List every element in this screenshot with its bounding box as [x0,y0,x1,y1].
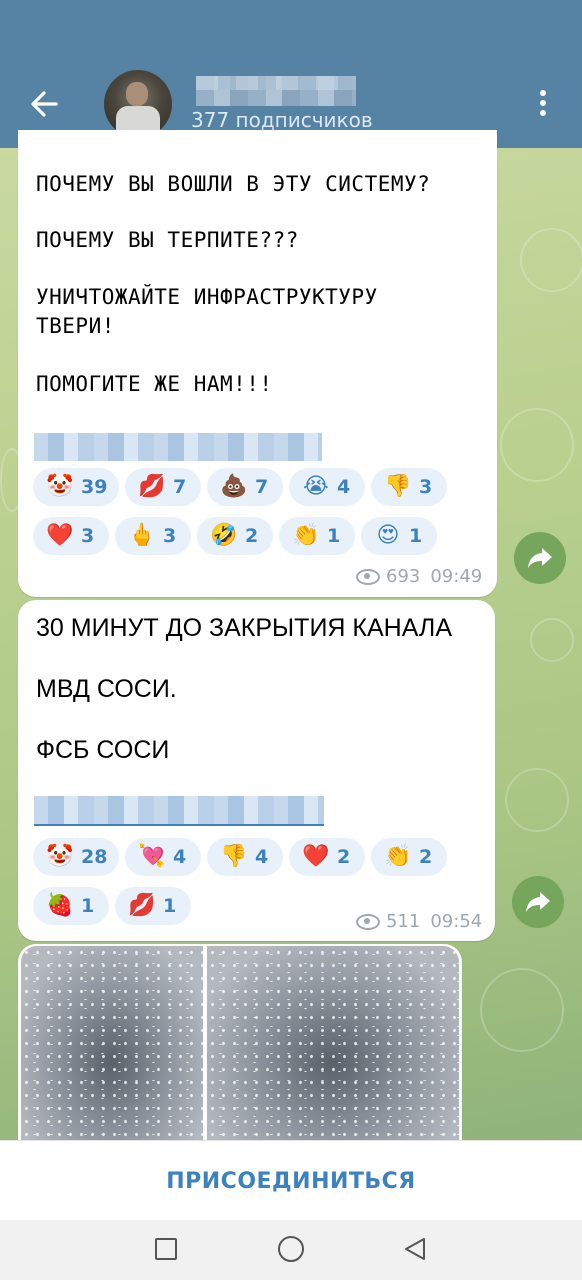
clap-icon: 👏 [384,844,412,869]
recents-square-icon[interactable] [155,1238,177,1260]
reaction-rofl[interactable]: 🤣 2 [197,517,273,555]
system-navigation-bar [0,1220,582,1280]
thumbs-down-icon: 👎 [220,844,248,869]
subscriber-count: 377 подписчиков [191,108,373,132]
reaction-heart[interactable]: ❤️ 3 [33,517,109,555]
clown-icon: 🤡 [46,844,74,869]
reaction-clap[interactable]: 👏 1 [279,517,355,555]
reaction-count: 4 [337,476,351,498]
reaction-count: 4 [255,846,269,868]
reaction-thumbs-down[interactable]: 👎 4 [207,838,283,876]
reaction-heart[interactable]: ❤️ 2 [289,838,365,876]
reaction-count: 1 [163,895,177,917]
back-arrow-icon[interactable] [26,84,66,124]
message-text-line: УНИЧТОЖАЙТЕ ИНФРАСТРУКТУРУ [36,285,378,309]
reaction-heart-eyes[interactable]: 😍 1 [361,517,437,555]
redacted-link[interactable] [34,796,324,826]
clap-icon: 👏 [292,523,320,548]
reaction-count: 7 [173,476,187,498]
heart-eyes-icon: 😍 [376,523,400,548]
reaction-poop[interactable]: 💩 7 [207,468,283,506]
message-text-line: ПОЧЕМУ ВЫ ВОШЛИ В ЭТУ СИСТЕМУ? [36,172,431,196]
share-button[interactable] [512,876,564,928]
message-meta: 511 09:54 [356,911,482,932]
view-count: 693 [386,566,421,587]
share-button[interactable] [514,532,566,584]
eye-icon [356,568,380,585]
poop-icon: 💩 [220,474,248,499]
channel-header: 377 подписчиков [0,0,582,148]
reaction-count: 3 [81,525,95,547]
reaction-crying[interactable]: 😭 4 [289,468,365,506]
reaction-count: 2 [419,846,433,868]
heart-icon: ❤️ [302,844,330,869]
clown-icon: 🤡 [46,474,74,499]
more-vertical-icon[interactable] [538,90,548,120]
rofl-icon: 🤣 [210,523,238,548]
reaction-heart-arrow[interactable]: 💘 4 [125,838,201,876]
reaction-clown[interactable]: 🤡 39 [33,468,119,506]
strawberry-icon: 🍓 [46,893,74,918]
kiss-icon: 💋 [138,474,166,499]
view-count: 511 [386,911,421,932]
redacted-link[interactable] [34,433,322,461]
join-bar: ПРИСОЕДИНИТЬСЯ [0,1140,582,1221]
middle-finger-icon: 🖕 [128,523,156,548]
message-time: 09:54 [430,911,483,932]
reaction-kiss[interactable]: 💋 1 [115,887,191,925]
reaction-count: 2 [337,846,351,868]
message-text-line: ТВЕРИ! [36,314,115,338]
reaction-count: 3 [163,525,177,547]
reaction-strawberry[interactable]: 🍓 1 [33,887,109,925]
reaction-count: 28 [81,846,108,868]
reaction-count: 1 [81,895,95,917]
thumbs-down-icon: 👎 [384,474,412,499]
reaction-clap[interactable]: 👏 2 [371,838,447,876]
reaction-count: 7 [255,476,269,498]
message-text-line: ФСБ СОСИ [36,736,170,764]
reaction-middle-finger[interactable]: 🖕 3 [115,517,191,555]
message-text-line: ПОМОГИТЕ ЖЕ НАМ!!! [36,372,273,396]
reaction-count: 2 [245,525,259,547]
message-text-line: 30 МИНУТ ДО ЗАКРЫТИЯ КАНАЛА [36,614,453,642]
reaction-kiss[interactable]: 💋 7 [125,468,201,506]
share-icon [526,892,550,912]
reaction-count: 3 [419,476,433,498]
message-text-line: ПОЧЕМУ ВЫ ТЕРПИТЕ??? [36,228,299,252]
share-icon [528,548,552,568]
reaction-count: 39 [81,476,108,498]
message-bubble[interactable]: ПОЧЕМУ ВЫ ВОШЛИ В ЭТУ СИСТЕМУ? ПОЧЕМУ ВЫ… [18,130,497,597]
kiss-icon: 💋 [128,893,156,918]
reaction-thumbs-down[interactable]: 👎 3 [371,468,447,506]
channel-title-redacted-overlay [196,76,356,90]
blurred-photo[interactable] [21,946,203,1140]
reaction-clown[interactable]: 🤡 28 [33,838,119,876]
message-time: 09:49 [430,566,483,587]
reaction-count: 4 [173,846,187,868]
home-circle-icon[interactable] [278,1236,304,1262]
message-bubble[interactable]: 30 МИНУТ ДО ЗАКРЫТИЯ КАНАЛА МВД СОСИ. ФС… [18,600,495,941]
message-text-line: МВД СОСИ. [36,675,177,703]
reaction-count: 1 [327,525,341,547]
reaction-count: 1 [409,525,423,547]
channel-avatar[interactable] [104,70,172,138]
eye-icon [356,913,380,930]
join-channel-button[interactable]: ПРИСОЕДИНИТЬСЯ [0,1141,582,1221]
message-meta: 693 09:49 [356,566,482,587]
blurred-photo[interactable] [207,946,459,1140]
heart-icon: ❤️ [46,523,74,548]
crying-face-icon: 😭 [303,474,329,499]
back-triangle-icon[interactable] [402,1236,428,1262]
heart-arrow-icon: 💘 [138,844,166,869]
